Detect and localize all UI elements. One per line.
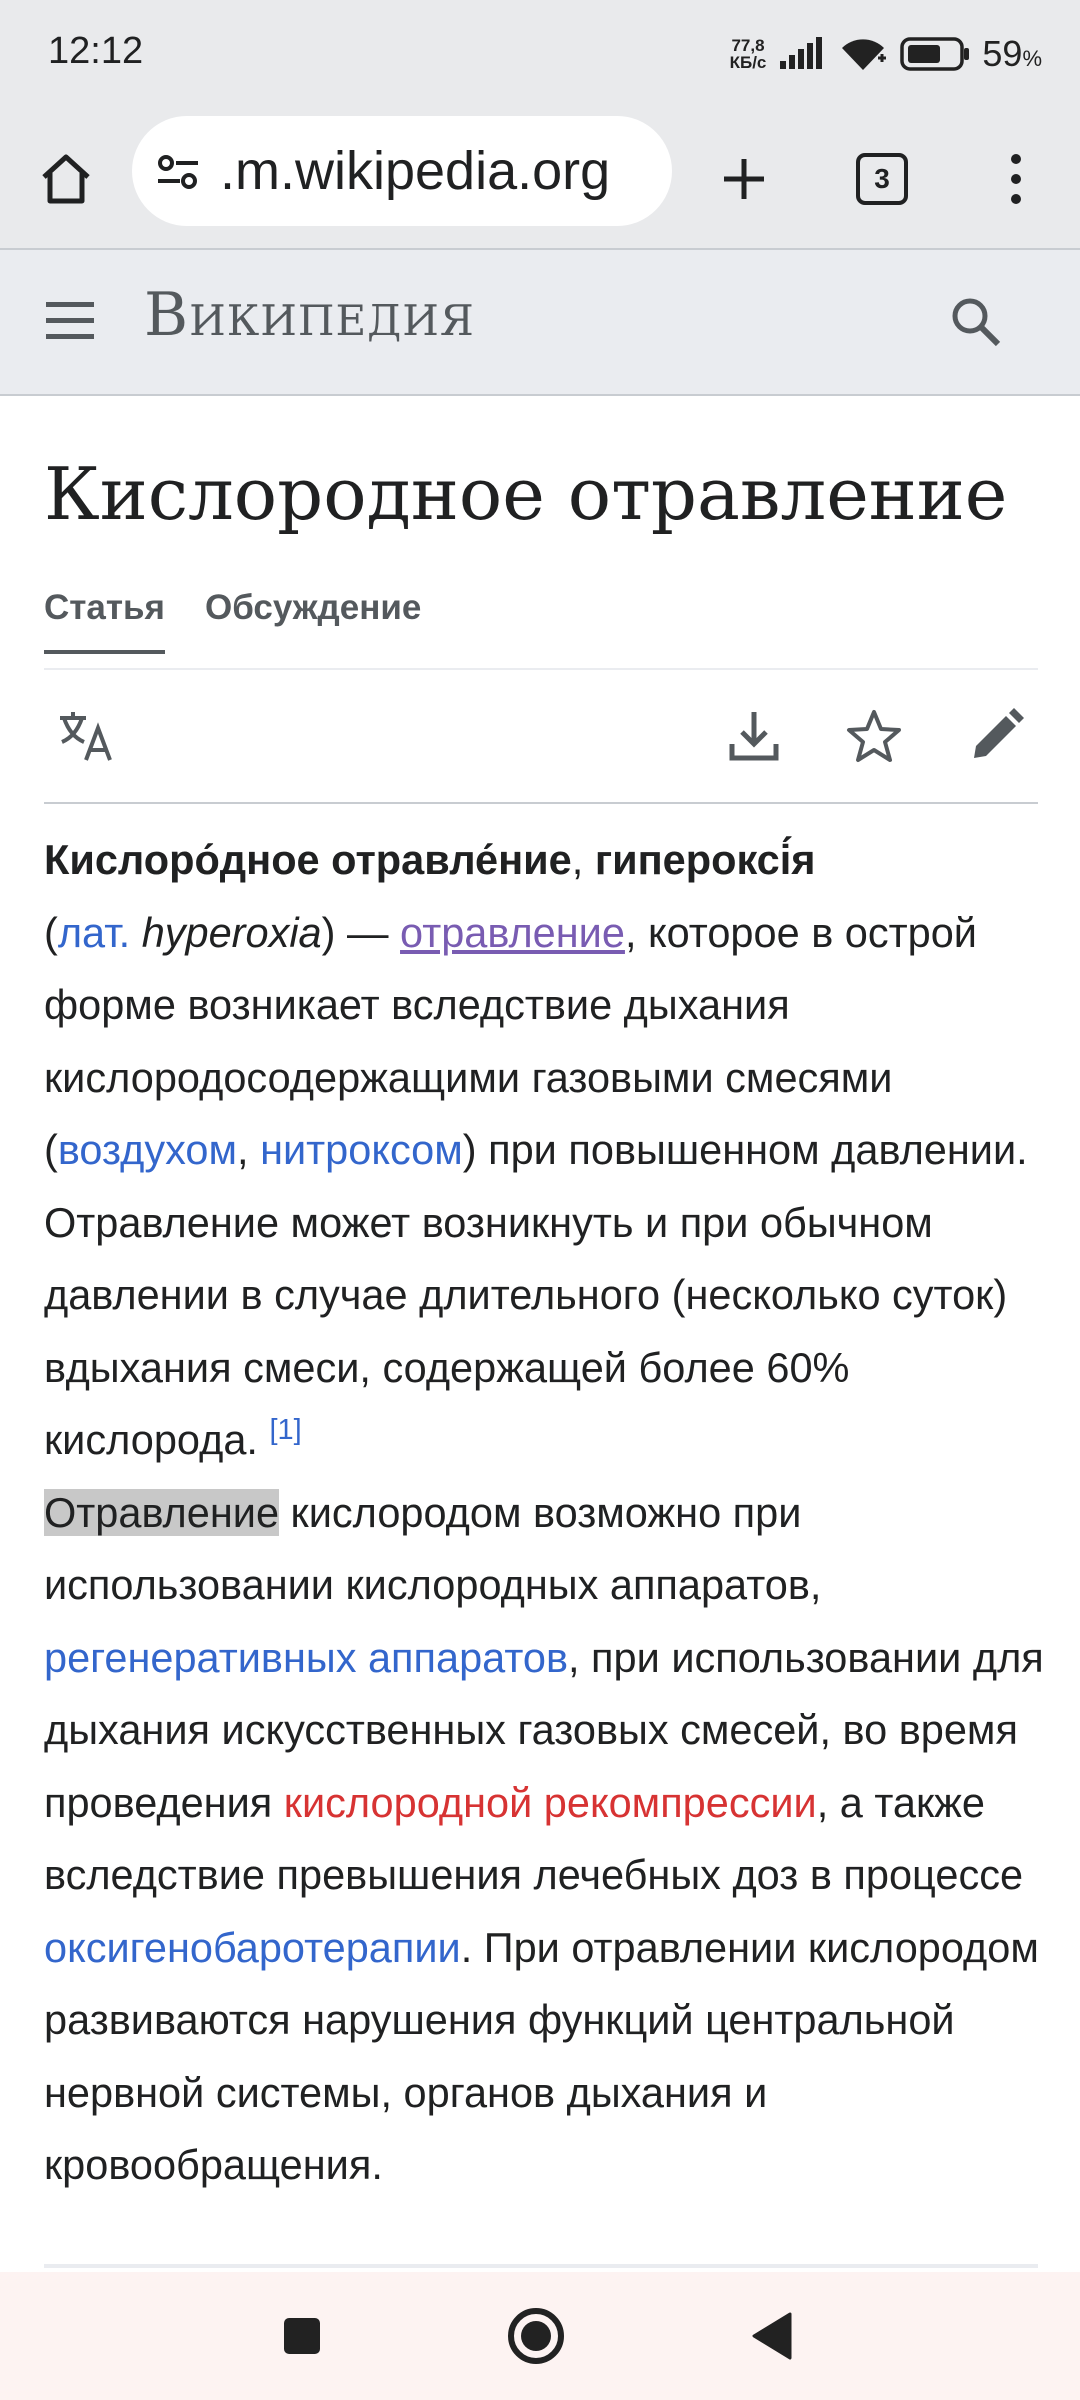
language-icon bbox=[60, 712, 112, 761]
network-speed: 77,8 КБ/с bbox=[730, 37, 767, 71]
link-latin[interactable]: лат. bbox=[58, 909, 130, 956]
article-paragraph: Кислоро́дное отравле́ние, гипероксі́я (ла… bbox=[44, 824, 1044, 2202]
status-bar: 12:12 77,8 КБ/с 59% bbox=[0, 0, 1080, 110]
article-body: Кислоро́дное отравле́ние, гипероксі́я (ла… bbox=[44, 824, 1044, 2202]
article-text: ) при повышенном давлении. Отравление мо… bbox=[44, 1126, 1028, 1463]
new-tab-icon bbox=[724, 159, 764, 199]
network-speed-unit: КБ/с bbox=[729, 53, 767, 72]
signal-icon bbox=[780, 37, 823, 69]
browser-toolbar: .m.wikipedia.org 3 bbox=[0, 110, 1080, 250]
link-regenerative-apparatus[interactable]: регенеративных аппаратов bbox=[44, 1634, 568, 1681]
network-speed-value: 77,8 bbox=[731, 36, 765, 55]
home-button-icon bbox=[508, 2308, 564, 2364]
tab-switcher-button[interactable]: 3 bbox=[846, 110, 918, 248]
page-title: Кислородное отравление bbox=[44, 452, 1008, 536]
article-term: Кислоро́дное отравле́ние bbox=[44, 836, 572, 883]
page-actions bbox=[44, 668, 1038, 804]
link-poisoning[interactable]: отравление bbox=[400, 909, 625, 956]
namespace-tabs: Статья Обсуждение bbox=[44, 588, 1038, 670]
overflow-menu-button[interactable] bbox=[980, 110, 1052, 248]
link-nitrox[interactable]: нитроксом bbox=[260, 1126, 463, 1173]
language-button[interactable] bbox=[54, 704, 118, 768]
tab-switcher-icon: 3 bbox=[856, 153, 908, 205]
main-menu-button[interactable] bbox=[42, 296, 102, 348]
section-divider bbox=[44, 2264, 1038, 2268]
battery-percent-value: 59 bbox=[982, 33, 1023, 74]
tab-article[interactable]: Статья bbox=[44, 588, 165, 654]
home-nav-button[interactable] bbox=[504, 2304, 568, 2368]
back-icon bbox=[752, 2312, 792, 2360]
new-tab-button[interactable] bbox=[708, 110, 780, 248]
search-button[interactable] bbox=[948, 294, 1004, 350]
menu-icon bbox=[46, 302, 94, 339]
recent-apps-button[interactable] bbox=[270, 2304, 334, 2368]
wifi-icon bbox=[842, 39, 887, 70]
article-text: , bbox=[571, 836, 595, 883]
wiki-header: Википедия bbox=[0, 250, 1080, 396]
search-icon bbox=[952, 298, 1001, 347]
link-air[interactable]: воздухом bbox=[58, 1126, 237, 1173]
battery-icon bbox=[900, 37, 970, 71]
home-button[interactable] bbox=[30, 110, 102, 248]
battery-percent-sign: % bbox=[1022, 46, 1042, 71]
article-text: ( bbox=[44, 908, 58, 956]
watch-star-icon bbox=[847, 710, 901, 762]
download-icon bbox=[729, 712, 779, 761]
status-icons: 77,8 КБ/с 59% bbox=[730, 26, 1042, 82]
article-text: ) — bbox=[321, 908, 401, 956]
download-button[interactable] bbox=[722, 704, 786, 768]
article-text: , bbox=[237, 1126, 261, 1173]
wikipedia-logo[interactable]: Википедия bbox=[144, 280, 475, 350]
link-hyperbaric-oxygenation[interactable]: оксигенобаротерапии bbox=[44, 1924, 461, 1971]
highlighted-word: Отравление bbox=[44, 1488, 280, 1536]
recent-apps-icon bbox=[284, 2318, 320, 2354]
tab-talk[interactable]: Обсуждение bbox=[205, 588, 421, 650]
edit-button[interactable] bbox=[964, 704, 1028, 768]
home-icon bbox=[42, 154, 90, 204]
site-settings-icon[interactable] bbox=[156, 151, 200, 191]
tab-count: 3 bbox=[874, 163, 890, 194]
watch-button[interactable] bbox=[842, 704, 906, 768]
url-text[interactable]: .m.wikipedia.org bbox=[220, 140, 610, 202]
system-nav-bar bbox=[0, 2272, 1080, 2400]
clock: 12:12 bbox=[48, 30, 144, 72]
latin-term: hyperoxia bbox=[141, 908, 322, 956]
battery-percent: 59% bbox=[982, 33, 1042, 75]
back-button[interactable] bbox=[740, 2304, 804, 2368]
edit-pencil-icon bbox=[974, 708, 1024, 758]
reference-1[interactable]: [1] bbox=[269, 1414, 301, 1446]
article-term: гипероксі́я bbox=[594, 836, 816, 883]
link-oxygen-recompression[interactable]: кислородной рекомпрессии bbox=[284, 1779, 817, 1826]
overflow-menu-icon bbox=[1011, 154, 1021, 204]
url-bar[interactable]: .m.wikipedia.org bbox=[132, 116, 672, 226]
